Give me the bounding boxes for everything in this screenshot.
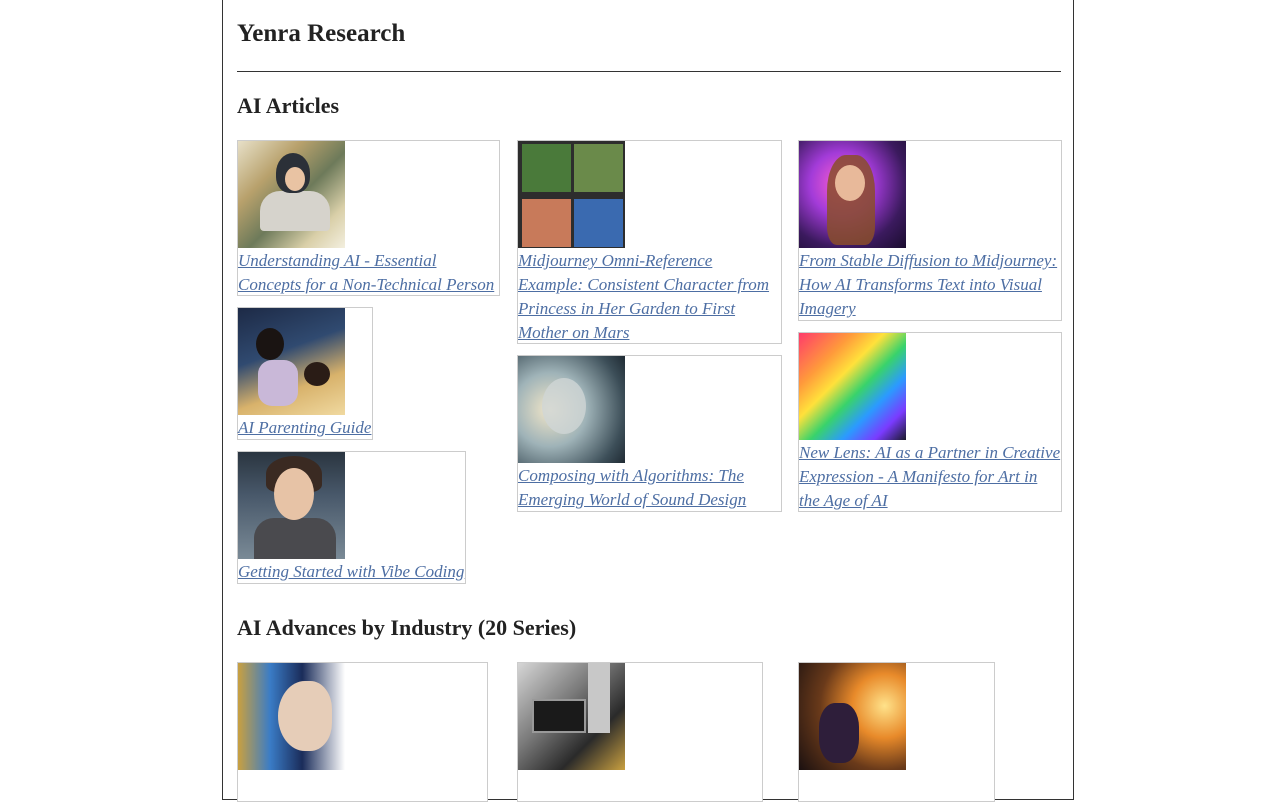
article-thumbnail[interactable]	[799, 141, 906, 248]
article-link[interactable]: Getting Started with Vibe Coding	[238, 560, 465, 584]
industry-card[interactable]	[237, 662, 488, 802]
article-card[interactable]: Getting Started with Vibe Coding	[237, 451, 466, 584]
article-thumbnail[interactable]	[518, 141, 625, 248]
page-container: Yenra Research AI Articles Understanding…	[222, 0, 1074, 802]
article-thumbnail[interactable]	[518, 356, 625, 463]
article-card[interactable]: New Lens: AI as a Partner in Creative Ex…	[798, 332, 1062, 512]
article-link[interactable]: AI Parenting Guide	[238, 416, 372, 440]
header-divider	[237, 71, 1061, 72]
section-heading-industry: AI Advances by Industry (20 Series)	[237, 615, 577, 640]
article-thumbnail[interactable]	[238, 141, 345, 248]
section-heading-ai-articles: AI Articles	[237, 93, 340, 118]
article-thumbnail[interactable]	[799, 333, 906, 440]
industry-thumbnail[interactable]	[518, 663, 625, 770]
article-link[interactable]: From Stable Diffusion to Midjourney: How…	[799, 249, 1061, 321]
industry-card[interactable]	[517, 662, 763, 802]
article-card[interactable]: From Stable Diffusion to Midjourney: How…	[798, 140, 1062, 321]
article-card[interactable]: AI Parenting Guide	[237, 307, 373, 440]
article-link[interactable]: Composing with Algorithms: The Emerging …	[518, 464, 781, 512]
article-card[interactable]: Understanding AI - Essential Concepts fo…	[237, 140, 500, 296]
industry-thumbnail[interactable]	[238, 663, 345, 770]
article-thumbnail[interactable]	[238, 452, 345, 559]
article-link[interactable]: New Lens: AI as a Partner in Creative Ex…	[799, 441, 1061, 513]
article-link[interactable]: Midjourney Omni-Reference Example: Consi…	[518, 249, 781, 345]
article-thumbnail[interactable]	[238, 308, 345, 415]
article-card[interactable]: Composing with Algorithms: The Emerging …	[517, 355, 782, 512]
industry-thumbnail[interactable]	[799, 663, 906, 770]
article-card[interactable]: Midjourney Omni-Reference Example: Consi…	[517, 140, 782, 344]
site-title[interactable]: Yenra Research	[237, 20, 405, 48]
article-link[interactable]: Understanding AI - Essential Concepts fo…	[238, 249, 499, 297]
industry-card[interactable]	[798, 662, 995, 802]
